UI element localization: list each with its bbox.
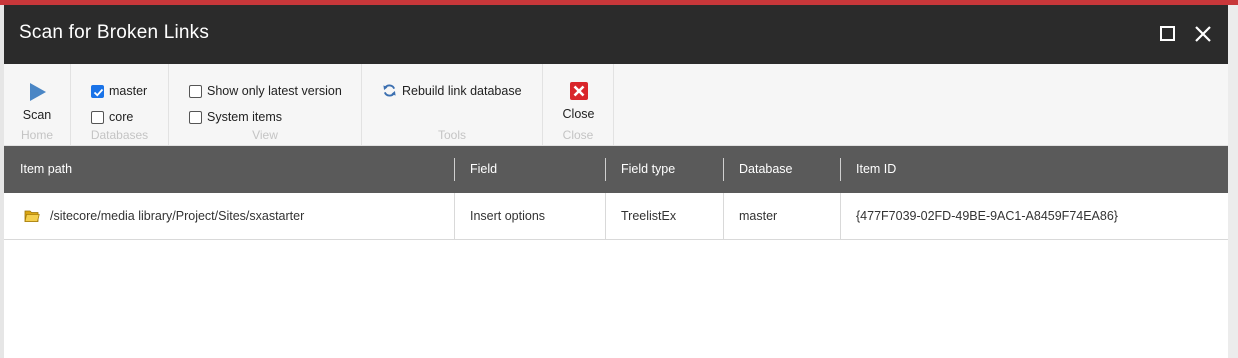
ribbon-group-label-close: Close xyxy=(562,128,594,142)
scan-button[interactable]: Scan xyxy=(16,82,58,122)
rebuild-link-database-label: Rebuild link database xyxy=(402,83,522,98)
ribbon-group-close: Close Close xyxy=(543,64,614,145)
column-separator xyxy=(840,158,841,181)
close-icon[interactable] xyxy=(1193,24,1213,44)
results-grid-header: Item path Field Field type Database Item… xyxy=(4,146,1228,193)
ribbon-group-databases: master core Databases xyxy=(71,64,169,145)
cell-field-type: TreelistEx xyxy=(621,209,677,223)
column-separator xyxy=(723,158,724,181)
system-items-checkbox[interactable]: System items xyxy=(189,110,282,124)
cell-database: master xyxy=(739,209,778,223)
checkbox-unchecked[interactable] xyxy=(189,110,202,124)
column-separator xyxy=(454,158,455,181)
column-header-field[interactable]: Field xyxy=(470,146,497,193)
show-latest-version-checkbox[interactable]: Show only latest version xyxy=(189,84,342,98)
ribbon-group-label-databases: Databases xyxy=(90,128,149,142)
scan-broken-links-dialog: Scan for Broken Links Scan Home master c… xyxy=(4,5,1228,358)
column-header-field-type[interactable]: Field type xyxy=(621,146,675,193)
database-core-checkbox[interactable]: core xyxy=(91,110,133,124)
scan-button-label: Scan xyxy=(22,108,52,122)
row-separator xyxy=(840,193,841,239)
database-master-checkbox[interactable]: master xyxy=(91,84,147,98)
ribbon-group-label-view: View xyxy=(252,128,278,142)
cell-item-id: {477F7039-02FD-49BE-9AC1-A8459F74EA86} xyxy=(856,209,1118,223)
ribbon-group-label-home: Home xyxy=(20,128,53,142)
row-separator xyxy=(454,193,455,239)
row-separator xyxy=(723,193,724,239)
close-button[interactable]: Close xyxy=(557,81,600,121)
checkbox-unchecked[interactable] xyxy=(91,110,104,124)
column-header-item-path[interactable]: Item path xyxy=(20,146,72,193)
maximize-icon[interactable] xyxy=(1160,26,1175,41)
close-button-label: Close xyxy=(562,107,595,121)
column-header-item-id[interactable]: Item ID xyxy=(856,146,896,193)
table-row[interactable]: /sitecore/media library/Project/Sites/sx… xyxy=(4,193,1228,240)
checkbox-unchecked[interactable] xyxy=(189,84,202,98)
folder-icon xyxy=(24,210,40,222)
ribbon-group-home: Scan Home xyxy=(4,64,71,145)
system-items-label: System items xyxy=(207,110,283,124)
cell-item-path: /sitecore/media library/Project/Sites/sx… xyxy=(50,209,305,223)
database-master-label: master xyxy=(109,84,148,98)
checkbox-checked[interactable] xyxy=(91,84,104,98)
play-icon xyxy=(30,83,46,101)
column-separator xyxy=(605,158,606,181)
red-x-icon xyxy=(569,82,588,100)
show-latest-version-label: Show only latest version xyxy=(207,84,342,98)
row-separator xyxy=(605,193,606,239)
ribbon-group-label-tools: Tools xyxy=(437,128,466,142)
dialog-titlebar: Scan for Broken Links xyxy=(4,5,1228,64)
dialog-title: Scan for Broken Links xyxy=(19,22,210,43)
ribbon-group-view: Show only latest version System items Vi… xyxy=(169,64,362,145)
cell-field: Insert options xyxy=(470,209,546,223)
column-header-database[interactable]: Database xyxy=(739,146,793,193)
ribbon-toolbar: Scan Home master core Databases Show onl… xyxy=(4,64,1228,146)
rebuild-link-database-button[interactable]: Rebuild link database xyxy=(382,83,522,98)
refresh-link-icon xyxy=(383,84,396,97)
database-core-label: core xyxy=(109,110,134,124)
background-right xyxy=(1228,5,1238,358)
ribbon-group-tools: Rebuild link database Tools xyxy=(362,64,543,145)
